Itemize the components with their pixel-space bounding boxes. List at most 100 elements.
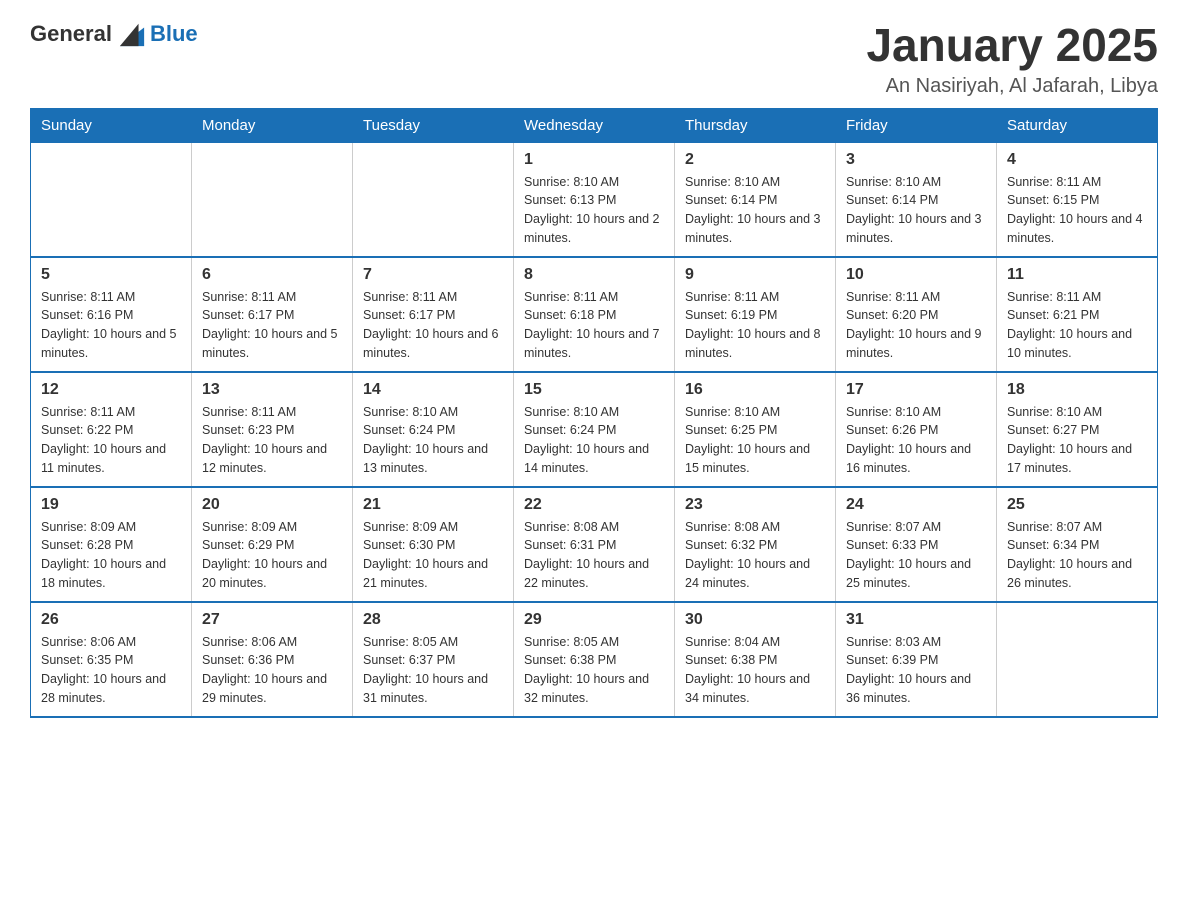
day-info: Sunrise: 8:10 AMSunset: 6:13 PMDaylight:…: [524, 173, 664, 248]
day-number: 6: [202, 266, 342, 284]
day-info: Sunrise: 8:05 AMSunset: 6:38 PMDaylight:…: [524, 633, 664, 708]
calendar-cell: 20 Sunrise: 8:09 AMSunset: 6:29 PMDayligh…: [192, 487, 353, 602]
logo-general-text: General: [30, 21, 112, 47]
day-number: 31: [846, 611, 986, 629]
day-info: Sunrise: 8:11 AMSunset: 6:20 PMDaylight:…: [846, 288, 986, 363]
calendar-week-row: 19 Sunrise: 8:09 AMSunset: 6:28 PMDayligh…: [31, 487, 1158, 602]
day-number: 12: [41, 381, 181, 399]
day-number: 16: [685, 381, 825, 399]
calendar-week-row: 5 Sunrise: 8:11 AMSunset: 6:16 PMDaylight…: [31, 257, 1158, 372]
day-number: 19: [41, 496, 181, 514]
day-number: 5: [41, 266, 181, 284]
page-header: General Blue January 2025 An Nasiriyah, …: [30, 20, 1158, 98]
calendar-cell: 12 Sunrise: 8:11 AMSunset: 6:22 PMDayligh…: [31, 372, 192, 487]
day-number: 7: [363, 266, 503, 284]
month-year-title: January 2025: [866, 20, 1158, 71]
day-number: 3: [846, 151, 986, 169]
calendar-cell: 29 Sunrise: 8:05 AMSunset: 6:38 PMDayligh…: [514, 602, 675, 717]
day-info: Sunrise: 8:06 AMSunset: 6:35 PMDaylight:…: [41, 633, 181, 708]
day-number: 4: [1007, 151, 1147, 169]
calendar-cell: 22 Sunrise: 8:08 AMSunset: 6:31 PMDayligh…: [514, 487, 675, 602]
calendar-cell: 5 Sunrise: 8:11 AMSunset: 6:16 PMDaylight…: [31, 257, 192, 372]
day-number: 30: [685, 611, 825, 629]
day-number: 13: [202, 381, 342, 399]
day-number: 1: [524, 151, 664, 169]
day-header-friday: Friday: [836, 108, 997, 142]
day-info: Sunrise: 8:11 AMSunset: 6:17 PMDaylight:…: [363, 288, 503, 363]
day-info: Sunrise: 8:10 AMSunset: 6:14 PMDaylight:…: [846, 173, 986, 248]
day-info: Sunrise: 8:11 AMSunset: 6:22 PMDaylight:…: [41, 403, 181, 478]
calendar-cell: 30 Sunrise: 8:04 AMSunset: 6:38 PMDayligh…: [675, 602, 836, 717]
day-info: Sunrise: 8:08 AMSunset: 6:31 PMDaylight:…: [524, 518, 664, 593]
calendar-cell: [192, 142, 353, 257]
day-number: 29: [524, 611, 664, 629]
day-info: Sunrise: 8:11 AMSunset: 6:17 PMDaylight:…: [202, 288, 342, 363]
day-info: Sunrise: 8:06 AMSunset: 6:36 PMDaylight:…: [202, 633, 342, 708]
calendar-cell: 27Sunrise: 8:06 AMSunset: 6:36 PMDayligh…: [192, 602, 353, 717]
calendar-cell: 15 Sunrise: 8:10 AMSunset: 6:24 PMDayligh…: [514, 372, 675, 487]
day-info: Sunrise: 8:11 AMSunset: 6:18 PMDaylight:…: [524, 288, 664, 363]
calendar-cell: 11 Sunrise: 8:11 AMSunset: 6:21 PMDayligh…: [997, 257, 1158, 372]
calendar-cell: 7 Sunrise: 8:11 AMSunset: 6:17 PMDaylight…: [353, 257, 514, 372]
calendar-cell: 3 Sunrise: 8:10 AMSunset: 6:14 PMDaylight…: [836, 142, 997, 257]
calendar-cell: [31, 142, 192, 257]
day-info: Sunrise: 8:10 AMSunset: 6:24 PMDaylight:…: [363, 403, 503, 478]
calendar-cell: 16 Sunrise: 8:10 AMSunset: 6:25 PMDayligh…: [675, 372, 836, 487]
day-info: Sunrise: 8:10 AMSunset: 6:24 PMDaylight:…: [524, 403, 664, 478]
day-info: Sunrise: 8:09 AMSunset: 6:29 PMDaylight:…: [202, 518, 342, 593]
calendar-cell: 19 Sunrise: 8:09 AMSunset: 6:28 PMDayligh…: [31, 487, 192, 602]
day-header-wednesday: Wednesday: [514, 108, 675, 142]
day-number: 2: [685, 151, 825, 169]
day-number: 8: [524, 266, 664, 284]
day-number: 23: [685, 496, 825, 514]
day-info: Sunrise: 8:11 AMSunset: 6:15 PMDaylight:…: [1007, 173, 1147, 248]
day-info: Sunrise: 8:04 AMSunset: 6:38 PMDaylight:…: [685, 633, 825, 708]
day-number: 18: [1007, 381, 1147, 399]
day-number: 10: [846, 266, 986, 284]
day-info: Sunrise: 8:08 AMSunset: 6:32 PMDaylight:…: [685, 518, 825, 593]
day-number: 26: [41, 611, 181, 629]
day-number: 9: [685, 266, 825, 284]
calendar-cell: 4 Sunrise: 8:11 AMSunset: 6:15 PMDaylight…: [997, 142, 1158, 257]
location-subtitle: An Nasiriyah, Al Jafarah, Libya: [866, 75, 1158, 98]
day-info: Sunrise: 8:11 AMSunset: 6:21 PMDaylight:…: [1007, 288, 1147, 363]
calendar-cell: 8 Sunrise: 8:11 AMSunset: 6:18 PMDaylight…: [514, 257, 675, 372]
calendar-cell: [997, 602, 1158, 717]
calendar-cell: 10 Sunrise: 8:11 AMSunset: 6:20 PMDayligh…: [836, 257, 997, 372]
day-header-tuesday: Tuesday: [353, 108, 514, 142]
day-number: 15: [524, 381, 664, 399]
calendar-week-row: 26 Sunrise: 8:06 AMSunset: 6:35 PMDayligh…: [31, 602, 1158, 717]
day-info: Sunrise: 8:10 AMSunset: 6:25 PMDaylight:…: [685, 403, 825, 478]
calendar-cell: 9Sunrise: 8:11 AMSunset: 6:19 PMDaylight…: [675, 257, 836, 372]
day-info: Sunrise: 8:11 AMSunset: 6:23 PMDaylight:…: [202, 403, 342, 478]
calendar-cell: 18 Sunrise: 8:10 AMSunset: 6:27 PMDayligh…: [997, 372, 1158, 487]
day-number: 17: [846, 381, 986, 399]
calendar-cell: 26 Sunrise: 8:06 AMSunset: 6:35 PMDayligh…: [31, 602, 192, 717]
calendar-cell: 28Sunrise: 8:05 AMSunset: 6:37 PMDayligh…: [353, 602, 514, 717]
title-block: January 2025 An Nasiriyah, Al Jafarah, L…: [866, 20, 1158, 98]
day-info: Sunrise: 8:09 AMSunset: 6:28 PMDaylight:…: [41, 518, 181, 593]
calendar-header: SundayMondayTuesdayWednesdayThursdayFrid…: [31, 108, 1158, 142]
day-info: Sunrise: 8:11 AMSunset: 6:16 PMDaylight:…: [41, 288, 181, 363]
calendar-week-row: 1 Sunrise: 8:10 AMSunset: 6:13 PMDaylight…: [31, 142, 1158, 257]
logo-blue-text: Blue: [150, 21, 198, 47]
calendar-week-row: 12 Sunrise: 8:11 AMSunset: 6:22 PMDayligh…: [31, 372, 1158, 487]
calendar-body: 1 Sunrise: 8:10 AMSunset: 6:13 PMDaylight…: [31, 142, 1158, 717]
day-header-sunday: Sunday: [31, 108, 192, 142]
calendar-cell: 23 Sunrise: 8:08 AMSunset: 6:32 PMDayligh…: [675, 487, 836, 602]
calendar-cell: 31Sunrise: 8:03 AMSunset: 6:39 PMDayligh…: [836, 602, 997, 717]
day-info: Sunrise: 8:10 AMSunset: 6:27 PMDaylight:…: [1007, 403, 1147, 478]
calendar-cell: 25Sunrise: 8:07 AMSunset: 6:34 PMDayligh…: [997, 487, 1158, 602]
day-number: 24: [846, 496, 986, 514]
day-number: 22: [524, 496, 664, 514]
calendar-cell: 24Sunrise: 8:07 AMSunset: 6:33 PMDayligh…: [836, 487, 997, 602]
day-number: 21: [363, 496, 503, 514]
calendar-cell: 17Sunrise: 8:10 AMSunset: 6:26 PMDayligh…: [836, 372, 997, 487]
day-header-monday: Monday: [192, 108, 353, 142]
logo: General Blue: [30, 20, 198, 48]
calendar-cell: 2Sunrise: 8:10 AMSunset: 6:14 PMDaylight…: [675, 142, 836, 257]
day-number: 20: [202, 496, 342, 514]
day-number: 11: [1007, 266, 1147, 284]
calendar-cell: 1 Sunrise: 8:10 AMSunset: 6:13 PMDaylight…: [514, 142, 675, 257]
day-number: 14: [363, 381, 503, 399]
